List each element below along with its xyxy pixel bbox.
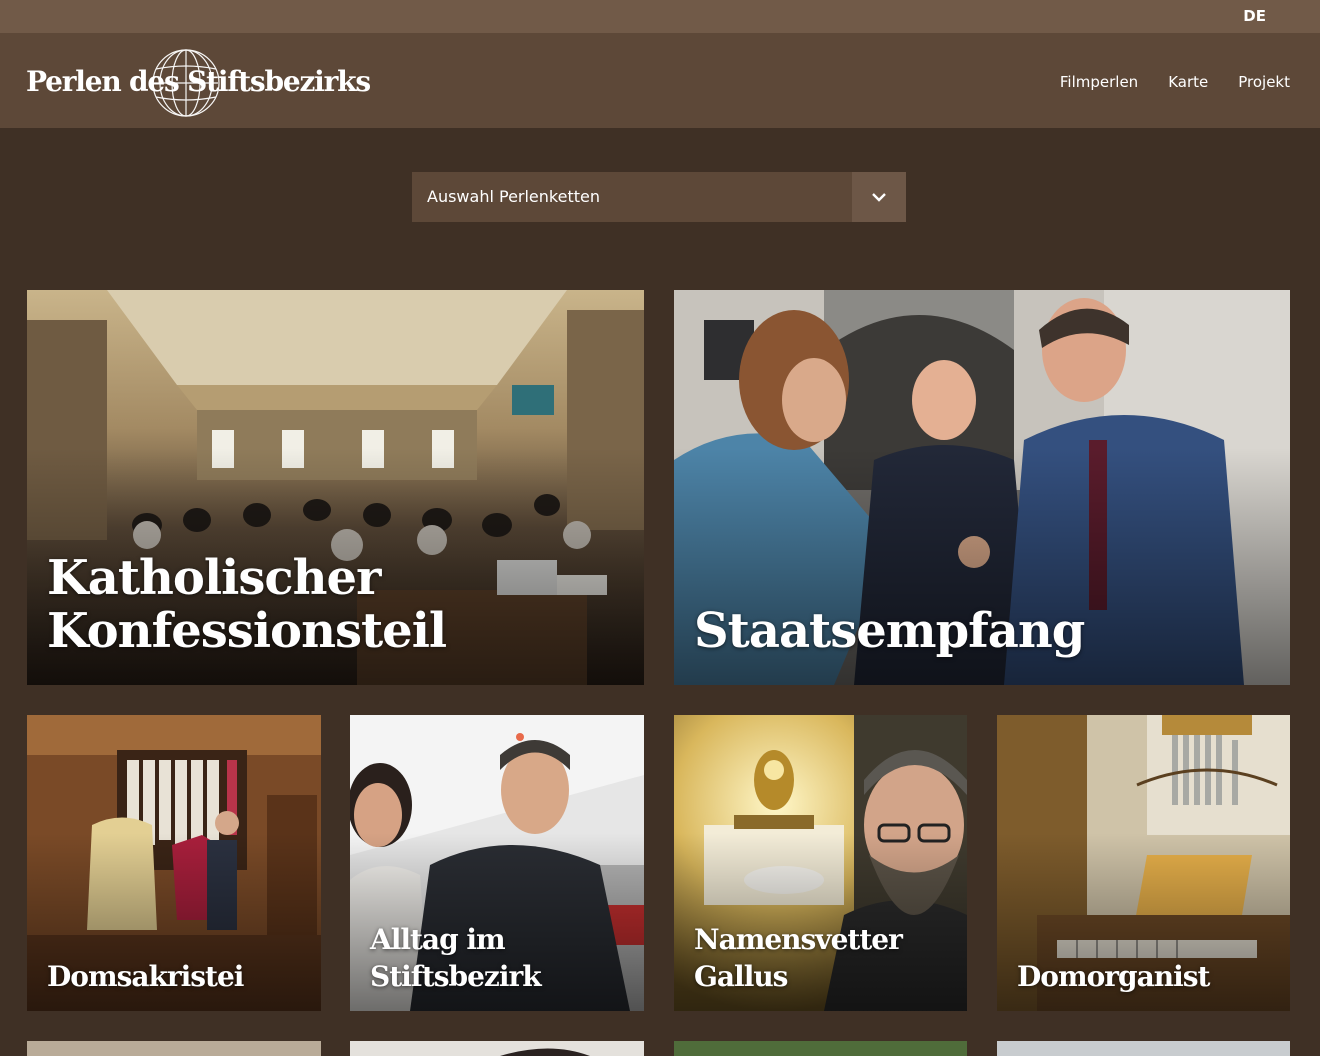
- card-title: Katholischer Konfessionsteil: [47, 549, 626, 660]
- card-row3-1[interactable]: [27, 1041, 321, 1056]
- card-title-line-2: Konfessionsteil: [47, 603, 447, 660]
- card-title: Alltag im Stiftsbezirk: [370, 921, 626, 995]
- nav-item-karte[interactable]: Karte: [1168, 73, 1208, 91]
- card-namensvetter-gallus[interactable]: Namensvetter Gallus: [674, 715, 967, 1011]
- card-title-line-2: Gallus: [694, 959, 788, 993]
- card-title: Domorganist: [1017, 959, 1210, 993]
- card-katholischer-konfessionsteil[interactable]: Katholischer Konfessionsteil: [27, 290, 644, 685]
- card-title: Namensvetter Gallus: [694, 921, 949, 995]
- card-image: [500, 1048, 590, 1056]
- chevron-down-icon[interactable]: [852, 172, 906, 222]
- main-nav: Filmperlen Karte Projekt: [1060, 73, 1290, 91]
- card-title-line-1: Katholischer: [47, 549, 381, 606]
- card-row3-3[interactable]: [674, 1041, 967, 1056]
- nav-item-filmperlen[interactable]: Filmperlen: [1060, 73, 1138, 91]
- card-alltag-im-stiftsbezirk[interactable]: Alltag im Stiftsbezirk: [350, 715, 644, 1011]
- perlenketten-select[interactable]: Auswahl Perlenketten: [412, 172, 906, 222]
- language-switch[interactable]: DE: [1243, 7, 1266, 25]
- card-title: Domsakristei: [47, 959, 244, 993]
- card-title-line-1: Namensvetter: [694, 922, 903, 956]
- card-row3-2[interactable]: [350, 1041, 644, 1056]
- site-header: Perlen des Stiftsbezirks Filmperlen Kart…: [0, 33, 1320, 128]
- card-title: Staatsempfang: [694, 603, 1085, 660]
- card-title-line-1: Alltag im: [370, 922, 506, 956]
- top-bar: DE: [0, 0, 1320, 33]
- card-domorganist[interactable]: Domorganist: [997, 715, 1290, 1011]
- card-staatsempfang[interactable]: Staatsempfang: [674, 290, 1290, 685]
- card-title-line-2: Stiftsbezirk: [370, 959, 542, 993]
- logo-text: Perlen des Stiftsbezirks: [26, 65, 371, 98]
- nav-item-projekt[interactable]: Projekt: [1238, 73, 1290, 91]
- card-domsakristei[interactable]: Domsakristei: [27, 715, 321, 1011]
- select-label: Auswahl Perlenketten: [427, 187, 600, 206]
- site-logo[interactable]: Perlen des Stiftsbezirks: [26, 47, 371, 117]
- card-row3-4[interactable]: [997, 1041, 1290, 1056]
